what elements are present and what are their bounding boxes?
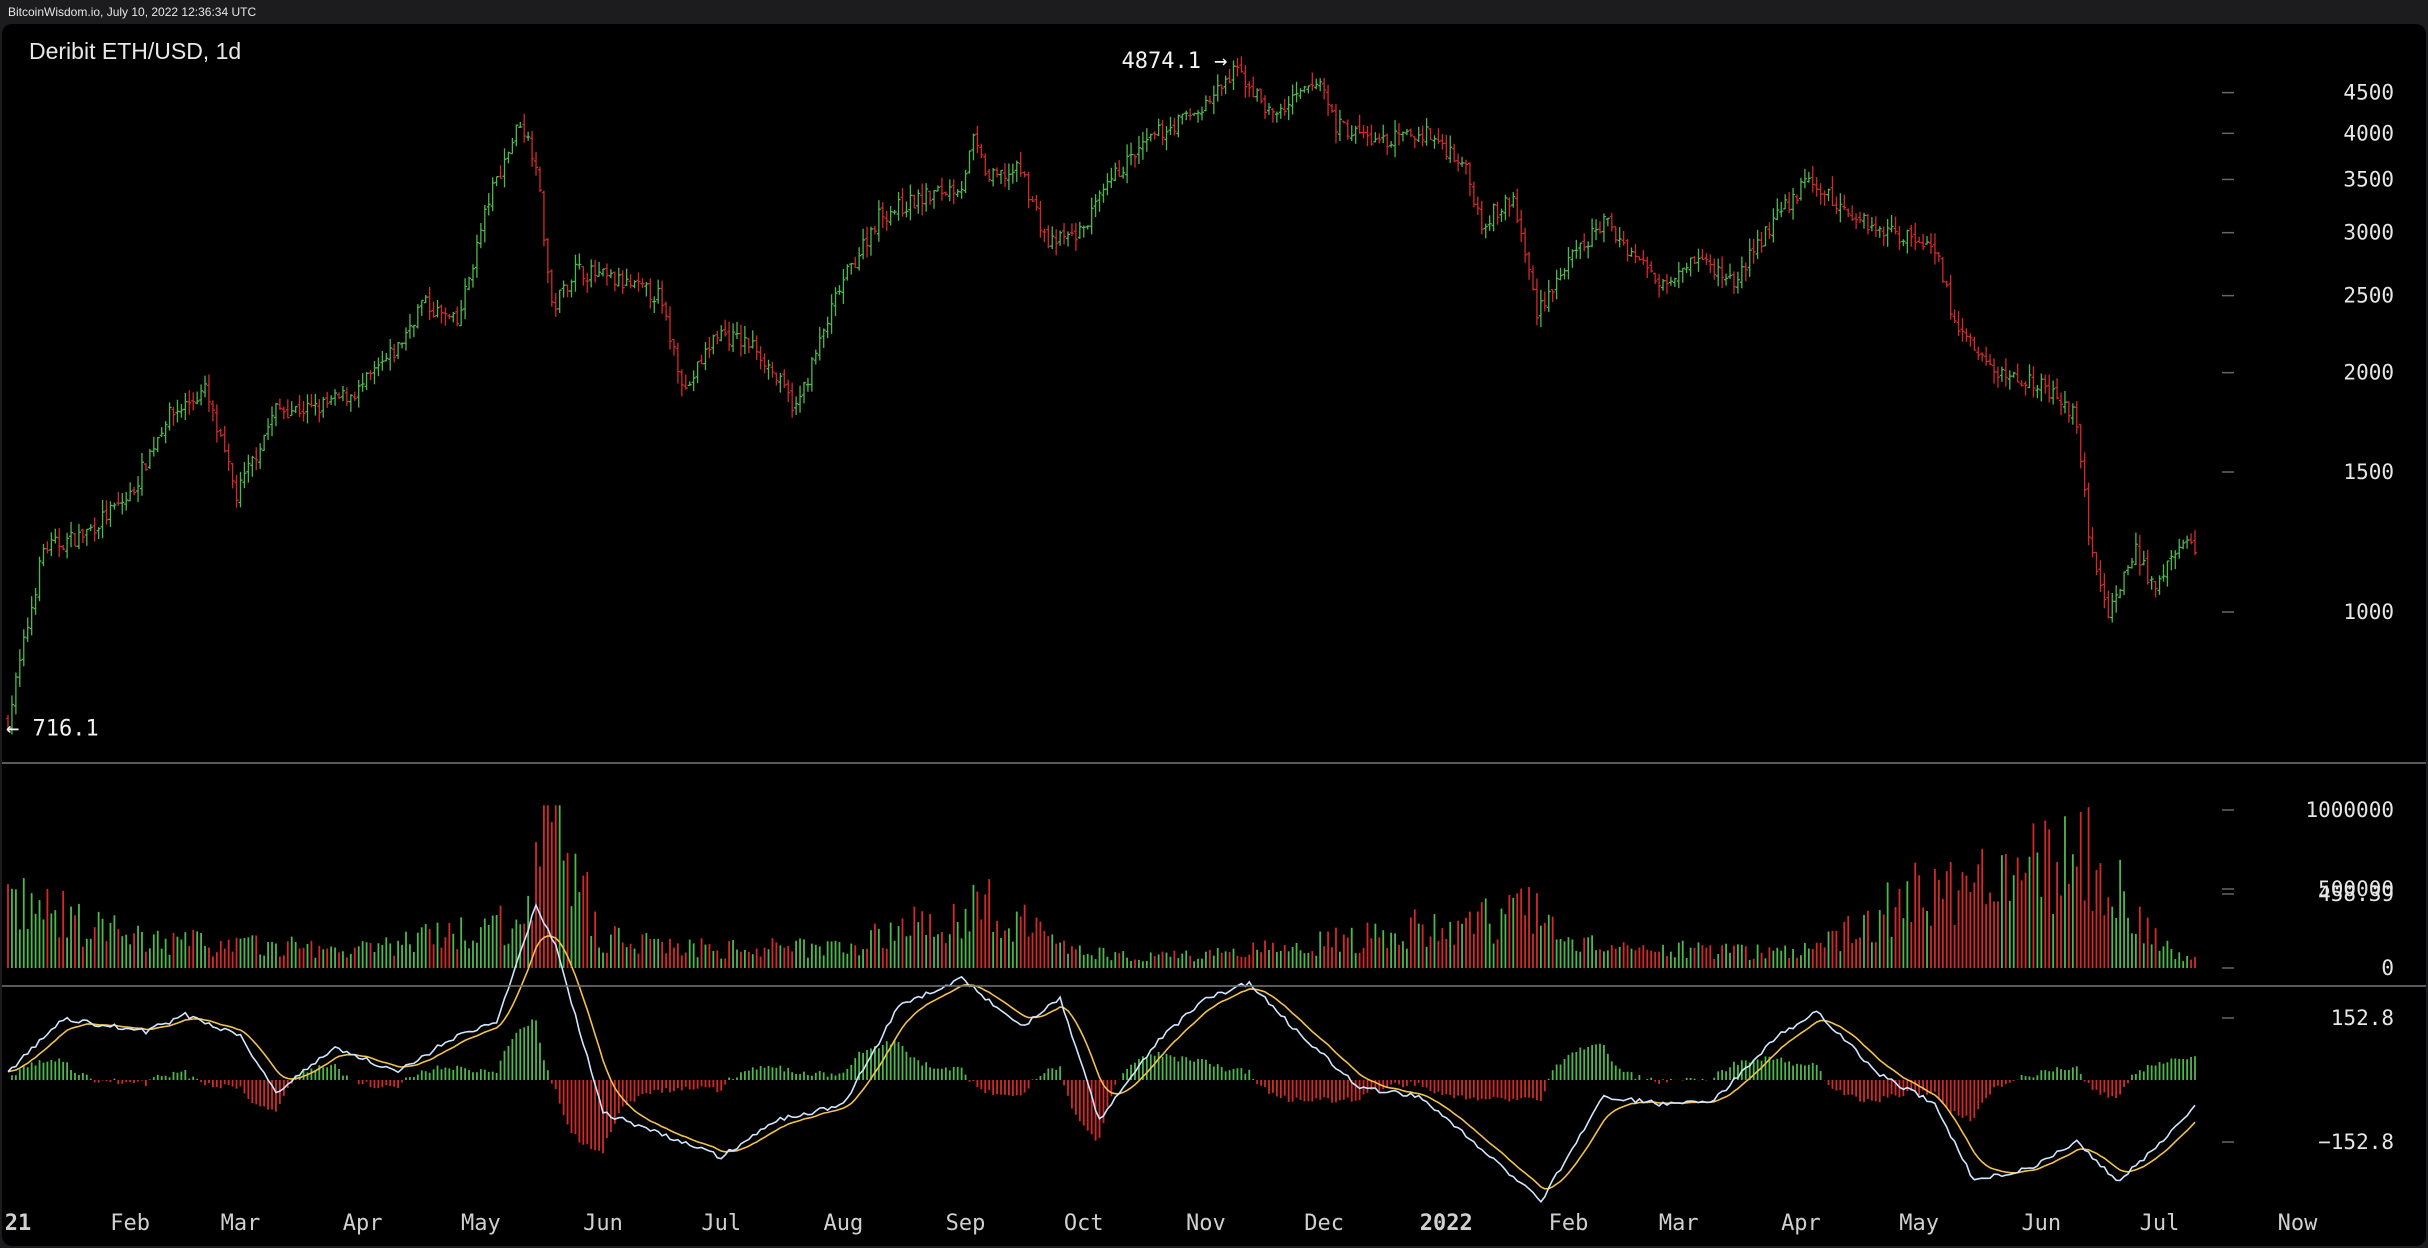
x-tick-label: Feb <box>1549 1211 1589 1236</box>
chart-panel[interactable]: 1000 1500 2000 2500 3000 3500 4000 4500 0 500000 1… <box>2 24 2426 1246</box>
volume-pane <box>7 805 2196 968</box>
x-tick-label: Apr <box>343 1211 383 1236</box>
x-tick-label: 21 <box>5 1211 32 1236</box>
price-tick-label: 3500 <box>2343 167 2394 191</box>
x-tick-label: Mar <box>221 1211 261 1236</box>
chart-title: Deribit ETH/USD, 1d <box>29 38 242 64</box>
price-tick-label: 2000 <box>2343 361 2394 385</box>
x-tick-label: Apr <box>1781 1211 1821 1236</box>
price-tick-label: 4000 <box>2343 121 2394 145</box>
volume-tick-label: 1000000 <box>2305 798 2394 822</box>
x-tick-label: Jun <box>2021 1211 2061 1236</box>
top-bar: BitcoinWisdom.io, July 10, 2022 12:36:34… <box>0 0 2428 24</box>
x-tick-label: Aug <box>824 1211 864 1236</box>
macd-line <box>7 902 2196 1204</box>
chart-canvas[interactable]: 1000150020002500300035004000450005000001… <box>2 24 2426 1246</box>
x-tick-label: Jul <box>701 1211 741 1236</box>
price-tick-label: 1500 <box>2343 460 2394 484</box>
x-tick-label: Now <box>2278 1211 2318 1236</box>
price-pane <box>6 56 2197 735</box>
price-tick-label: 3000 <box>2343 221 2394 245</box>
price-tick-label: 4500 <box>2343 81 2394 105</box>
x-tick-label: Oct <box>1064 1211 1104 1236</box>
x-tick-label: Nov <box>1186 1211 1226 1236</box>
x-tick-label: Mar <box>1659 1211 1699 1236</box>
price-tick-label: 1000 <box>2343 600 2394 624</box>
x-tick-label: Jun <box>583 1211 623 1236</box>
volume-tick-label: 0 <box>2381 956 2394 980</box>
high-label: 4874.1 → <box>1121 49 1227 74</box>
x-tick-label: Dec <box>1304 1211 1344 1236</box>
x-tick-label: Jul <box>2140 1211 2180 1236</box>
x-tick-label: Sep <box>946 1211 986 1236</box>
x-tick-label: May <box>461 1211 501 1236</box>
macd-tick-label: 458.39 <box>2318 882 2394 906</box>
x-tick-label: May <box>1899 1211 1939 1236</box>
source-line: BitcoinWisdom.io, July 10, 2022 12:36:34… <box>8 5 257 19</box>
x-tick-label: Feb <box>110 1211 150 1236</box>
macd-tick-label: −152.8 <box>2318 1130 2394 1154</box>
macd-pane <box>7 902 2196 1204</box>
macd-tick-label: 152.8 <box>2331 1006 2394 1030</box>
low-label: ← 716.1 <box>6 716 99 741</box>
price-tick-label: 2500 <box>2343 284 2394 308</box>
x-tick-label: 2022 <box>1420 1211 1473 1236</box>
